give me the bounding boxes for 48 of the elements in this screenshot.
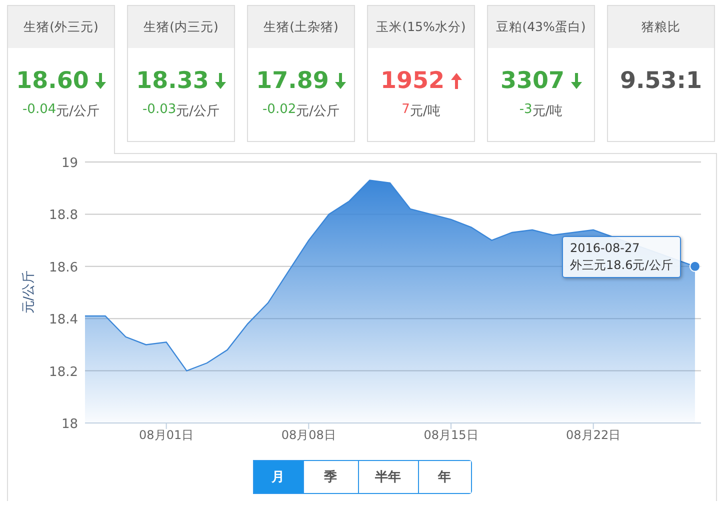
y-tick-label: 18	[61, 417, 78, 432]
change-unit: 元/吨	[410, 103, 440, 120]
price-card[interactable]: 生猪(土杂猪) 17.89 -0.02元/公斤	[247, 5, 355, 142]
change-unit: 元/公斤	[56, 103, 100, 120]
y-axis-title: 元/公斤	[22, 270, 38, 314]
price-value: 18.33	[136, 68, 209, 94]
price-card[interactable]: 生猪(内三元) 18.33 -0.03元/公斤	[127, 5, 235, 142]
y-tick-label: 18.2	[49, 364, 78, 380]
down-arrow-icon	[214, 73, 226, 89]
price-value: 18.60	[16, 68, 89, 94]
up-arrow-icon	[450, 73, 462, 89]
x-tick-label: 08月08日	[281, 428, 336, 442]
card-title: 生猪(土杂猪)	[248, 6, 354, 48]
change-value: -3	[519, 102, 532, 119]
x-tick-label: 08月01日	[139, 428, 194, 442]
down-arrow-icon	[570, 73, 582, 89]
price-card[interactable]: 玉米(15%水分) 1952 7元/吨	[367, 5, 475, 142]
change-value: -0.02	[262, 102, 296, 119]
change-value: -0.04	[22, 102, 56, 119]
change-unit: 元/公斤	[296, 103, 340, 120]
card-title: 玉米(15%水分)	[368, 6, 474, 48]
y-tick-label: 18.4	[49, 312, 78, 328]
change-value: 7	[402, 102, 410, 119]
change-unit: 元/公斤	[176, 103, 220, 120]
card-title: 生猪(外三元)	[8, 6, 114, 48]
tooltip-date: 2016-08-27	[570, 240, 641, 257]
period-tab[interactable]: 年	[418, 461, 470, 493]
down-arrow-icon	[334, 73, 346, 89]
price-card[interactable]: 猪粮比 9.53:1	[607, 5, 715, 142]
data-point	[690, 260, 700, 272]
y-tick-label: 19	[61, 156, 78, 171]
price-card[interactable]: 生猪(外三元) 18.60 -0.04元/公斤	[7, 5, 115, 154]
price-card[interactable]: 豆粕(43%蛋白) 3307 -3元/吨	[487, 5, 595, 142]
y-tick-label: 18.6	[49, 260, 78, 276]
tooltip-value: 外三元18.6元/公斤	[570, 257, 673, 274]
change-unit: 元/吨	[532, 103, 563, 120]
change-value: -0.03	[142, 102, 176, 119]
card-title: 生猪(内三元)	[128, 6, 234, 48]
y-tick-label: 18.8	[49, 208, 78, 224]
price-value: 1952	[380, 68, 444, 94]
x-tick-label: 08月22日	[566, 428, 621, 442]
price-value: 17.89	[256, 68, 329, 94]
card-title: 豆粕(43%蛋白)	[488, 6, 594, 48]
price-value: 9.53:1	[620, 68, 702, 94]
price-value: 3307	[500, 68, 564, 94]
down-arrow-icon	[94, 73, 106, 89]
x-tick-label: 08月15日	[424, 428, 478, 442]
card-title: 猪粮比	[608, 6, 714, 48]
